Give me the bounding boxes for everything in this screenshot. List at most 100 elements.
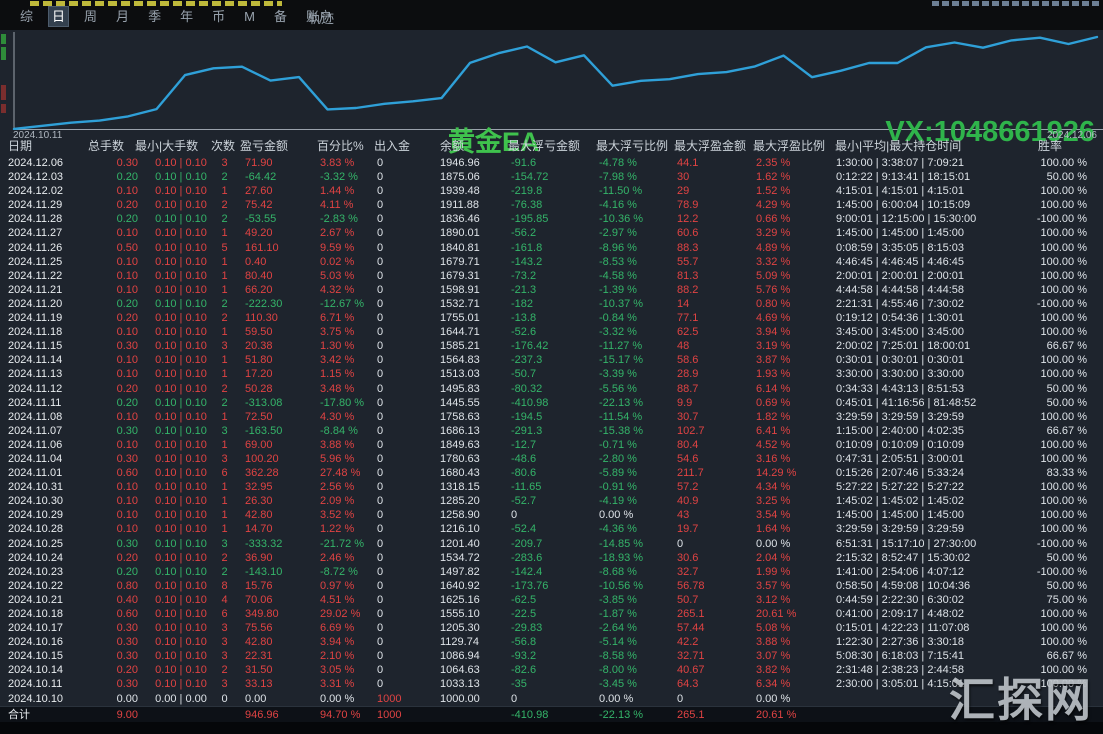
table-row[interactable]: 2024.11.01 0.60 0.10 | 0.10 6 362.28 27.48 % 0…	[0, 466, 1103, 480]
cell: 1	[221, 255, 228, 268]
cell: 0.10 | 0.10	[155, 481, 207, 494]
column-header[interactable]: 总手数	[88, 137, 135, 154]
column-header[interactable]: 日期	[8, 137, 88, 154]
menu-item-trail[interactable]: 轨迹	[308, 8, 334, 27]
cell: 6.14 %	[756, 382, 791, 395]
column-header[interactable]: 胜率	[1038, 137, 1103, 154]
table-row[interactable]: 2024.11.19 0.20 0.10 | 0.10 2 110.30 6.71 % 0 1…	[0, 311, 1103, 325]
table-row[interactable]: 2024.10.11 0.30 0.10 | 0.10 3 33.13 3.31 % 0 10…	[0, 677, 1103, 691]
cell: 1.82 %	[756, 410, 791, 423]
cell: 0.30	[116, 452, 138, 465]
table-row[interactable]: 2024.10.17 0.30 0.10 | 0.10 3 75.56 6.69 % 0 12…	[0, 621, 1103, 635]
cell: 2024.12.06	[8, 157, 64, 169]
cell: 0	[377, 340, 384, 353]
cell: -5.89 %	[599, 467, 637, 480]
cell: 40.9	[677, 495, 699, 508]
cell: 0	[377, 269, 384, 282]
table-row[interactable]: 2024.11.21 0.10 0.10 | 0.10 1 66.20 4.32 % 0 15…	[0, 283, 1103, 297]
table-row[interactable]: 2024.10.16 0.30 0.10 | 0.10 3 42.80 3.94 % 0 11…	[0, 635, 1103, 649]
cell: -80.6	[511, 467, 537, 480]
cell: -29.83	[511, 622, 543, 635]
column-header[interactable]: 最大浮亏金额	[508, 137, 596, 154]
column-header[interactable]: 最大浮盈金额	[674, 137, 753, 154]
table-row[interactable]: 2024.12.06 0.30 0.10 | 0.10 3 71.90 3.83 % 0 19…	[0, 156, 1103, 170]
table-row[interactable]: 2024.11.14 0.10 0.10 | 0.10 1 51.80 3.42 % 0 15…	[0, 353, 1103, 367]
cell: 1.52 %	[756, 185, 791, 198]
table-row[interactable]: 2024.10.25 0.30 0.10 | 0.10 3 -333.32 -21.72 …	[0, 537, 1103, 551]
menu-item-季[interactable]: 季	[145, 7, 164, 26]
column-header[interactable]: 余额	[440, 137, 508, 154]
table-row[interactable]: 2024.11.18 0.10 0.10 | 0.10 1 59.50 3.75 % 0 16…	[0, 325, 1103, 339]
table-row[interactable]: 2024.11.29 0.20 0.10 | 0.10 2 75.42 4.11 % 0 19…	[0, 198, 1103, 212]
menu-item-年[interactable]: 年	[177, 7, 196, 26]
table-row[interactable]: 2024.11.25 0.10 0.10 | 0.10 1 0.40 0.02 % 0 167…	[0, 255, 1103, 269]
table-row[interactable]: 2024.10.14 0.20 0.10 | 0.10 2 31.50 3.05 % 0 10…	[0, 663, 1103, 677]
menu-item-币[interactable]: 币	[209, 7, 228, 26]
column-header[interactable]: 百分比%	[317, 137, 374, 154]
cell: -82.6	[511, 664, 537, 677]
table-row[interactable]: 2024.11.15 0.30 0.10 | 0.10 3 20.38 1.30 % 0 15…	[0, 339, 1103, 353]
table-row[interactable]: 2024.10.31 0.10 0.10 | 0.10 1 32.95 2.56 % 0 13…	[0, 480, 1103, 494]
table-row[interactable]: 2024.11.27 0.10 0.10 | 0.10 1 49.20 2.67 % 0 18…	[0, 226, 1103, 240]
table-row[interactable]: 2024.11.06 0.10 0.10 | 0.10 1 69.00 3.88 % 0 18…	[0, 438, 1103, 452]
cell: 2024.11.25	[8, 255, 63, 268]
menu-item-日[interactable]: 日	[48, 6, 70, 27]
cell: 1686.13	[440, 424, 480, 437]
column-header[interactable]: 出入金	[374, 137, 440, 154]
cell: 0:08:59 | 3:35:05 | 8:15:03	[836, 241, 965, 254]
cell: 2024.11.19	[8, 312, 63, 325]
cell: 4:46:45 | 4:46:45 | 4:46:45	[836, 255, 965, 268]
cell: 2024.10.21	[8, 593, 64, 606]
cell: 100.00 %	[1040, 312, 1087, 325]
table-row[interactable]: 2024.11.13 0.10 0.10 | 0.10 1 17.20 1.15 % 0 15…	[0, 367, 1103, 381]
cell: 1625.16	[440, 593, 480, 606]
table-row[interactable]: 2024.12.03 0.20 0.10 | 0.10 2 -64.42 -3.32 % 0…	[0, 170, 1103, 184]
cell: 2024.11.20	[8, 297, 63, 310]
cell: 1.64 %	[756, 523, 791, 536]
table-row[interactable]: 2024.10.18 0.60 0.10 | 0.10 6 349.80 29.02 % 0…	[0, 607, 1103, 621]
cell: 71.90	[245, 157, 273, 169]
cell: -10.36 %	[599, 213, 644, 226]
column-header[interactable]: 最大浮盈比例	[753, 137, 835, 154]
menu-item-月[interactable]: 月	[113, 7, 132, 26]
cell: -173.76	[511, 579, 549, 592]
table-row[interactable]: 2024.12.02 0.10 0.10 | 0.10 1 27.60 1.44 % 0 19…	[0, 184, 1103, 198]
cell: 2024.12.02	[8, 185, 64, 198]
table-row[interactable]: 2024.11.12 0.20 0.10 | 0.10 2 50.28 3.48 % 0 14…	[0, 382, 1103, 396]
table-row[interactable]: 2024.10.30 0.10 0.10 | 0.10 1 26.30 2.09 % 0 12…	[0, 494, 1103, 508]
table-row[interactable]: 2024.11.07 0.30 0.10 | 0.10 3 -163.50 -8.84 %…	[0, 424, 1103, 438]
table-row[interactable]: 2024.10.15 0.30 0.10 | 0.10 3 22.31 2.10 % 0 10…	[0, 649, 1103, 663]
table-row[interactable]: 2024.11.08 0.10 0.10 | 0.10 1 72.50 4.30 % 0 17…	[0, 410, 1103, 424]
column-header[interactable]: 最大浮亏比例	[596, 137, 674, 154]
menu-item-备[interactable]: 备	[271, 7, 290, 26]
cell: 0	[377, 579, 384, 592]
column-header[interactable]: 最小|平均|最大持仓时间	[835, 137, 1038, 154]
cell: 2	[221, 664, 228, 677]
column-header[interactable]: 最小|大手数	[135, 137, 211, 154]
menu-item-综[interactable]: 综	[17, 7, 36, 26]
total-cell: 9.00	[116, 709, 138, 721]
menu-item-周[interactable]: 周	[81, 7, 100, 26]
table-row[interactable]: 2024.10.28 0.10 0.10 | 0.10 1 14.70 1.22 % 0 12…	[0, 522, 1103, 536]
table-row[interactable]: 2024.10.24 0.20 0.10 | 0.10 2 36.90 2.46 % 0 15…	[0, 551, 1103, 565]
table-row[interactable]: 2024.10.10 0.00 0.00 | 0.00 0 0.00 0.00 % 1000…	[0, 692, 1103, 706]
menu-item-M[interactable]: M	[241, 7, 258, 26]
table-row[interactable]: 2024.10.22 0.80 0.10 | 0.10 8 15.76 0.97 % 0 16…	[0, 579, 1103, 593]
cell: 30.7	[677, 410, 699, 423]
table-row[interactable]: 2024.11.20 0.20 0.10 | 0.10 2 -222.30 -12.67 …	[0, 297, 1103, 311]
table-row[interactable]: 2024.10.29 0.10 0.10 | 0.10 1 42.80 3.52 % 0 12…	[0, 508, 1103, 522]
cell: 42.2	[677, 636, 699, 649]
cell: 29	[677, 185, 690, 198]
column-header[interactable]: 次数	[211, 137, 240, 154]
table-row[interactable]: 2024.11.22 0.10 0.10 | 0.10 1 80.40 5.03 % 0 16…	[0, 269, 1103, 283]
cell: 1:45:00 | 1:45:00 | 1:45:00	[836, 227, 965, 240]
table-row[interactable]: 2024.10.23 0.20 0.10 | 0.10 2 -143.10 -8.72 %…	[0, 565, 1103, 579]
cell: -53.55	[245, 213, 277, 226]
table-row[interactable]: 2024.11.26 0.50 0.10 | 0.10 5 161.10 9.59 % 0 1…	[0, 241, 1103, 255]
cell: 0	[377, 650, 384, 663]
column-header[interactable]: 盈亏金额	[240, 137, 317, 154]
table-row[interactable]: 2024.11.04 0.30 0.10 | 0.10 3 100.20 5.96 % 0 1…	[0, 452, 1103, 466]
table-row[interactable]: 2024.11.28 0.20 0.10 | 0.10 2 -53.55 -2.83 % 0…	[0, 212, 1103, 226]
table-row[interactable]: 2024.11.11 0.20 0.10 | 0.10 2 -313.08 -17.80 …	[0, 396, 1103, 410]
table-row[interactable]: 2024.10.21 0.40 0.10 | 0.10 4 70.06 4.51 % 0 16…	[0, 593, 1103, 607]
